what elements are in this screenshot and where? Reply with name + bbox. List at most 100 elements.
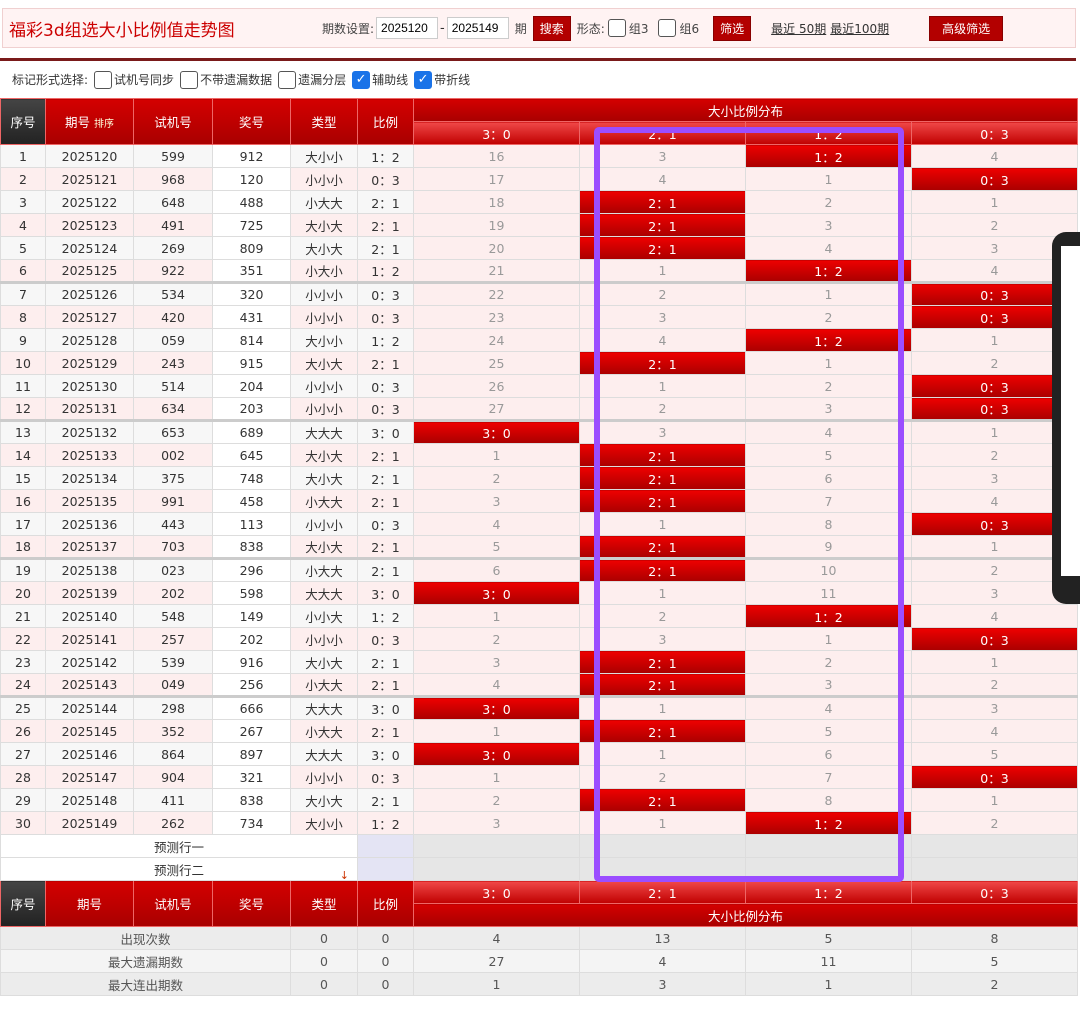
- mark-option-checkbox[interactable]: [180, 70, 199, 89]
- period-label: 期数设置:: [322, 21, 375, 36]
- test-number-cell: 262: [133, 811, 213, 835]
- stat-value: 0: [290, 926, 358, 950]
- type-cell: 小小小: [290, 281, 358, 306]
- draw-number-cell: 838: [212, 535, 291, 559]
- predict-dist-cell[interactable]: [745, 857, 912, 881]
- seq-cell: 23: [0, 650, 46, 674]
- mark-option-checkbox[interactable]: ✓: [414, 70, 433, 89]
- seq-cell: 9: [0, 328, 46, 352]
- predict-dist-cell[interactable]: [910, 857, 1079, 881]
- recent-50-link[interactable]: 最近 50期: [771, 20, 826, 37]
- type-cell: 大大大: [290, 742, 358, 766]
- dist-cell: 18: [413, 190, 580, 214]
- footer-col-period: 期号: [45, 880, 134, 927]
- draw-number-cell: 689: [212, 419, 291, 444]
- ratio-cell: 0：3: [357, 305, 414, 329]
- dist-cell: 3：0: [413, 695, 580, 720]
- arrow-down-icon[interactable]: ↓: [340, 869, 349, 880]
- dist-cell: 4: [910, 719, 1079, 743]
- dist-cell: 2: [910, 673, 1079, 697]
- seq-cell: 10: [0, 351, 46, 375]
- period-to-input[interactable]: [446, 17, 509, 39]
- period-cell: 2025145: [45, 719, 134, 743]
- predict-label[interactable]: 预测行一: [0, 834, 358, 858]
- col-ratio: 比例: [357, 98, 414, 145]
- dist-cell: 4: [413, 512, 580, 536]
- stat-row: 最大遗漏期数 0 0 27 4 11 5: [0, 949, 1079, 973]
- type-cell: 大大大: [290, 581, 358, 605]
- advanced-filter-button[interactable]: 高级筛选: [929, 15, 1004, 41]
- group3-label: 组3: [628, 21, 649, 36]
- dist-cell: 1: [579, 374, 746, 398]
- mark-option-checkbox[interactable]: [94, 70, 113, 89]
- mark-option-checkbox[interactable]: [278, 70, 297, 89]
- dist-cell: 1: [579, 259, 746, 283]
- dist-cell: 2：1: [579, 489, 746, 513]
- period-cell: 2025149: [45, 811, 134, 835]
- col-period[interactable]: 期号 排序: [45, 98, 134, 145]
- stat-label: 最大连出期数: [0, 972, 291, 996]
- dist-cell: 23: [413, 305, 580, 329]
- period-from-input[interactable]: [376, 17, 439, 39]
- dist-cell: 2: [413, 788, 580, 812]
- type-cell: 小小小: [290, 305, 358, 329]
- table-row: 24 2025143 049 256 小大大 2：1 4 2：1 3 2: [0, 673, 1079, 697]
- table-row: 28 2025147 904 321 小小小 0：3 1 2 7 0：3: [0, 765, 1079, 789]
- seq-cell: 4: [0, 213, 46, 237]
- draw-number-cell: 267: [212, 719, 291, 743]
- group3-checkbox[interactable]: [607, 19, 626, 37]
- dist-col-header: 0：3: [910, 121, 1079, 145]
- predict-ratio-cell[interactable]: [357, 834, 414, 858]
- period-cell: 2025130: [45, 374, 134, 398]
- predict-row[interactable]: 预测行二 ↓: [0, 857, 1079, 881]
- floating-preview-window[interactable]: [1052, 232, 1080, 604]
- draw-number-cell: 666: [212, 695, 291, 720]
- stat-row: 最大连出期数 0 0 1 3 1 2: [0, 972, 1079, 996]
- predict-dist-cell[interactable]: [579, 857, 746, 881]
- table-row: 17 2025136 443 113 小小小 0：3 4 1 8 0：3: [0, 512, 1079, 536]
- draw-number-cell: 204: [212, 374, 291, 398]
- dist-cell: 26: [413, 374, 580, 398]
- predict-row[interactable]: 预测行一: [0, 834, 1079, 858]
- predict-dist-cell[interactable]: [413, 834, 580, 858]
- dist-cell: 27: [413, 397, 580, 421]
- test-number-cell: 411: [133, 788, 213, 812]
- type-cell: 小大大: [290, 673, 358, 697]
- dist-cell: 1: [910, 650, 1079, 674]
- dist-cell: 7: [745, 489, 912, 513]
- recent-100-link[interactable]: 最近100期: [830, 20, 889, 37]
- dist-cell: 1: [579, 581, 746, 605]
- test-number-cell: 703: [133, 535, 213, 559]
- predict-dist-cell[interactable]: [910, 834, 1079, 858]
- dist-cell: 3: [745, 673, 912, 697]
- sort-button[interactable]: 排序: [94, 119, 114, 130]
- type-cell: 小大小: [290, 259, 358, 283]
- ratio-cell: 0：3: [357, 281, 414, 306]
- mark-option-checkbox[interactable]: ✓: [352, 70, 371, 89]
- type-cell: 大小大: [290, 236, 358, 260]
- period-cell: 2025139: [45, 581, 134, 605]
- col-draw: 奖号: [212, 98, 291, 145]
- mark-option-label: 带折线: [434, 73, 471, 87]
- test-number-cell: 049: [133, 673, 213, 697]
- table-row: 15 2025134 375 748 大小大 2：1 2 2：1 6 3: [0, 466, 1079, 490]
- dist-cell: 2：1: [579, 236, 746, 260]
- page-title: 福彩3d组选大小比例值走势图: [9, 20, 235, 41]
- predict-dist-cell[interactable]: [579, 834, 746, 858]
- predict-label[interactable]: 预测行二 ↓: [0, 857, 358, 881]
- dist-col-header: 1：2: [745, 880, 912, 904]
- predict-dist-cell[interactable]: [413, 857, 580, 881]
- period-cell: 2025136: [45, 512, 134, 536]
- predict-dist-cell[interactable]: [745, 834, 912, 858]
- search-button[interactable]: 搜索: [532, 15, 571, 41]
- dist-cell: 2：1: [579, 190, 746, 214]
- test-number-cell: 648: [133, 190, 213, 214]
- stat-value: 2: [910, 972, 1079, 996]
- filter-button[interactable]: 筛选: [713, 15, 752, 41]
- test-number-cell: 298: [133, 695, 213, 720]
- ratio-cell: 0：3: [357, 512, 414, 536]
- dist-cell: 20: [413, 236, 580, 260]
- group6-checkbox[interactable]: [658, 19, 677, 37]
- predict-ratio-cell[interactable]: [357, 857, 414, 881]
- dist-col-header: 2：1: [579, 880, 746, 904]
